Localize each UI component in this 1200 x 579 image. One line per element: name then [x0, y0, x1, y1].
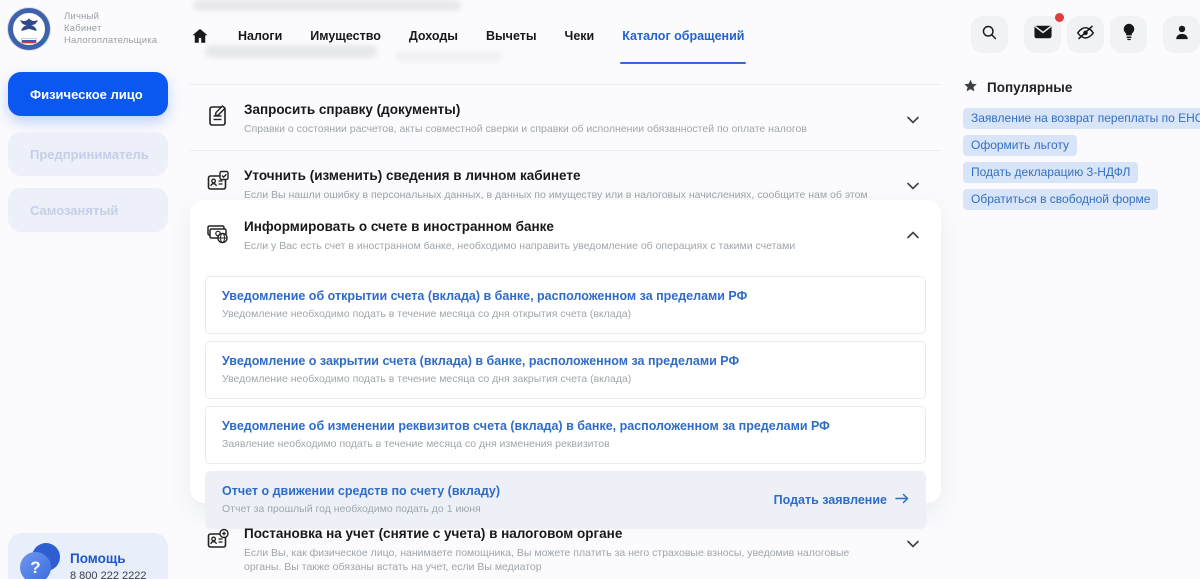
popular-links: Заявление на возврат переплаты по ЕНС Оф… [963, 108, 1200, 210]
ideas-button[interactable] [1110, 16, 1147, 53]
accordion-foreign-bank-header[interactable]: Информировать о счете в иностранном банк… [190, 200, 941, 267]
home-icon[interactable] [190, 26, 210, 46]
subitem-title: Уведомление о закрытии счета (вклада) в … [222, 354, 740, 368]
arrow-right-icon [895, 493, 909, 507]
search-button[interactable] [971, 16, 1008, 53]
blurred-text-placeholder [205, 45, 377, 58]
accordion-body: Постановка на учет (снятие с учета) в на… [244, 526, 916, 574]
foreign-bank-sublist: Уведомление об открытии счета (вклада) в… [205, 276, 926, 529]
popular-link-benefit[interactable]: Оформить льготу [963, 135, 1077, 156]
tab-receipts[interactable]: Чеки [565, 29, 595, 43]
accordion-foreign-bank-expanded: Информировать о счете в иностранном банк… [190, 200, 941, 529]
header-actions [971, 13, 1200, 53]
tab-taxes[interactable]: Налоги [238, 29, 282, 43]
profile-entrepreneur-label: Предприниматель [30, 146, 149, 162]
help-texts: Помощь 8 800 222 2222 [70, 543, 146, 579]
messages-button[interactable] [1024, 13, 1064, 53]
subitem-desc: Заявление необходимо подать в течение ме… [222, 438, 610, 450]
profile-icon [1174, 24, 1190, 46]
money-globe-icon [205, 220, 231, 246]
catalog-list-bottom: Постановка на учет (снятие с учета) в на… [190, 509, 941, 579]
profile-selfemployed-label: Самозанятый [30, 202, 119, 218]
profile-button[interactable] [1163, 16, 1200, 53]
catalog-list: Запросить справку (документы) Справки о … [190, 84, 941, 216]
accordion-body: Уточнить (изменить) сведения в личном ка… [244, 168, 916, 202]
accordion-title: Запросить справку (документы) [244, 102, 461, 117]
subitem-desc: Уведомление необходимо подать в течение … [222, 308, 632, 320]
accordion-request-certificate[interactable]: Запросить справку (документы) Справки о … [190, 85, 941, 150]
logo-title: Личный Кабинет Налогоплательщика [64, 11, 158, 46]
popular-panel: Популярные Заявление на возврат переплат… [963, 79, 1200, 210]
id-card-check-icon [205, 169, 231, 195]
profile-entrepreneur-button[interactable]: Предприниматель [8, 132, 168, 176]
popular-title: Популярные [987, 80, 1073, 95]
subitem-title: Отчет о движении средств по счету (вклад… [222, 484, 501, 498]
tab-income[interactable]: Доходы [409, 29, 458, 43]
help-question-icon: ? [20, 543, 60, 579]
eye-hidden-icon [1076, 24, 1095, 45]
accordion-desc: Справки о состоянии расчетов, акты совме… [244, 123, 807, 135]
search-icon [981, 24, 998, 46]
accordion-desc: Если Вы, как физическое лицо, нанимаете … [244, 547, 850, 573]
profile-individual-button[interactable]: Физическое лицо [8, 72, 168, 116]
mail-icon [1033, 25, 1052, 44]
accordion-body: Запросить справку (документы) Справки о … [244, 102, 916, 136]
accordion-desc: Если у Вас есть счет в иностранном банке… [244, 240, 796, 252]
fns-emblem-icon [8, 8, 50, 50]
chevron-up-icon[interactable] [907, 226, 919, 244]
popular-link-free-form[interactable]: Обратиться в свободной форме [963, 189, 1159, 210]
page: Личный Кабинет Налогоплательщика Налоги … [0, 0, 1200, 579]
blurred-text-placeholder [395, 51, 503, 62]
id-card-plus-icon [205, 527, 231, 553]
popular-link-3ndfl[interactable]: Подать декларацию 3-НДФЛ [963, 162, 1139, 183]
chevron-down-icon[interactable] [907, 177, 919, 195]
accordion-body: Информировать о счете в иностранном банк… [244, 219, 916, 253]
help-title: Помощь [70, 551, 126, 566]
notification-dot [1055, 13, 1064, 22]
accordion-title: Информировать о счете в иностранном банк… [244, 219, 554, 234]
profile-individual-label: Физическое лицо [30, 86, 143, 102]
profile-selfemployed-button[interactable]: Самозанятый [8, 188, 168, 232]
submit-application-label: Подать заявление [773, 492, 887, 507]
subitem-account-open[interactable]: Уведомление об открытии счета (вклада) в… [205, 276, 926, 334]
tab-property[interactable]: Имущество [310, 29, 381, 43]
chevron-down-icon[interactable] [907, 111, 919, 129]
blurred-text-placeholder [193, 0, 461, 11]
subitem-title: Уведомление об открытии счета (вклада) в… [222, 289, 748, 303]
accordion-title: Постановка на учет (снятие с учета) в на… [244, 526, 623, 541]
popular-link-ens-refund[interactable]: Заявление на возврат переплаты по ЕНС [963, 108, 1200, 129]
popular-header: Популярные [963, 79, 1191, 96]
hide-amounts-button[interactable] [1067, 16, 1104, 53]
tab-deductions[interactable]: Вычеты [486, 29, 537, 43]
app-logo[interactable]: Личный Кабинет Налогоплательщика [8, 8, 157, 50]
tab-catalog-active[interactable]: Каталог обращений [620, 29, 747, 64]
subitem-title: Уведомление об изменении реквизитов счет… [222, 419, 830, 433]
help-phone: 8 800 222 2222 [70, 570, 147, 579]
top-navigation: Налоги Имущество Доходы Вычеты Чеки Ката… [190, 26, 747, 64]
subitem-desc: Уведомление необходимо подать в течение … [222, 373, 632, 385]
chevron-down-icon[interactable] [907, 535, 919, 553]
submit-application-link[interactable]: Подать заявление [774, 493, 909, 507]
idea-icon [1122, 23, 1136, 46]
accordion-tax-registration[interactable]: Постановка на учет (снятие с учета) в на… [190, 509, 941, 579]
document-pen-icon [205, 103, 231, 129]
subitem-account-close[interactable]: Уведомление о закрытии счета (вклада) в … [205, 341, 926, 399]
accordion-title: Уточнить (изменить) сведения в личном ка… [244, 168, 581, 183]
help-widget[interactable]: ? Помощь 8 800 222 2222 [8, 533, 168, 579]
subitem-account-requisites[interactable]: Уведомление об изменении реквизитов счет… [205, 406, 926, 464]
star-icon [963, 79, 978, 96]
